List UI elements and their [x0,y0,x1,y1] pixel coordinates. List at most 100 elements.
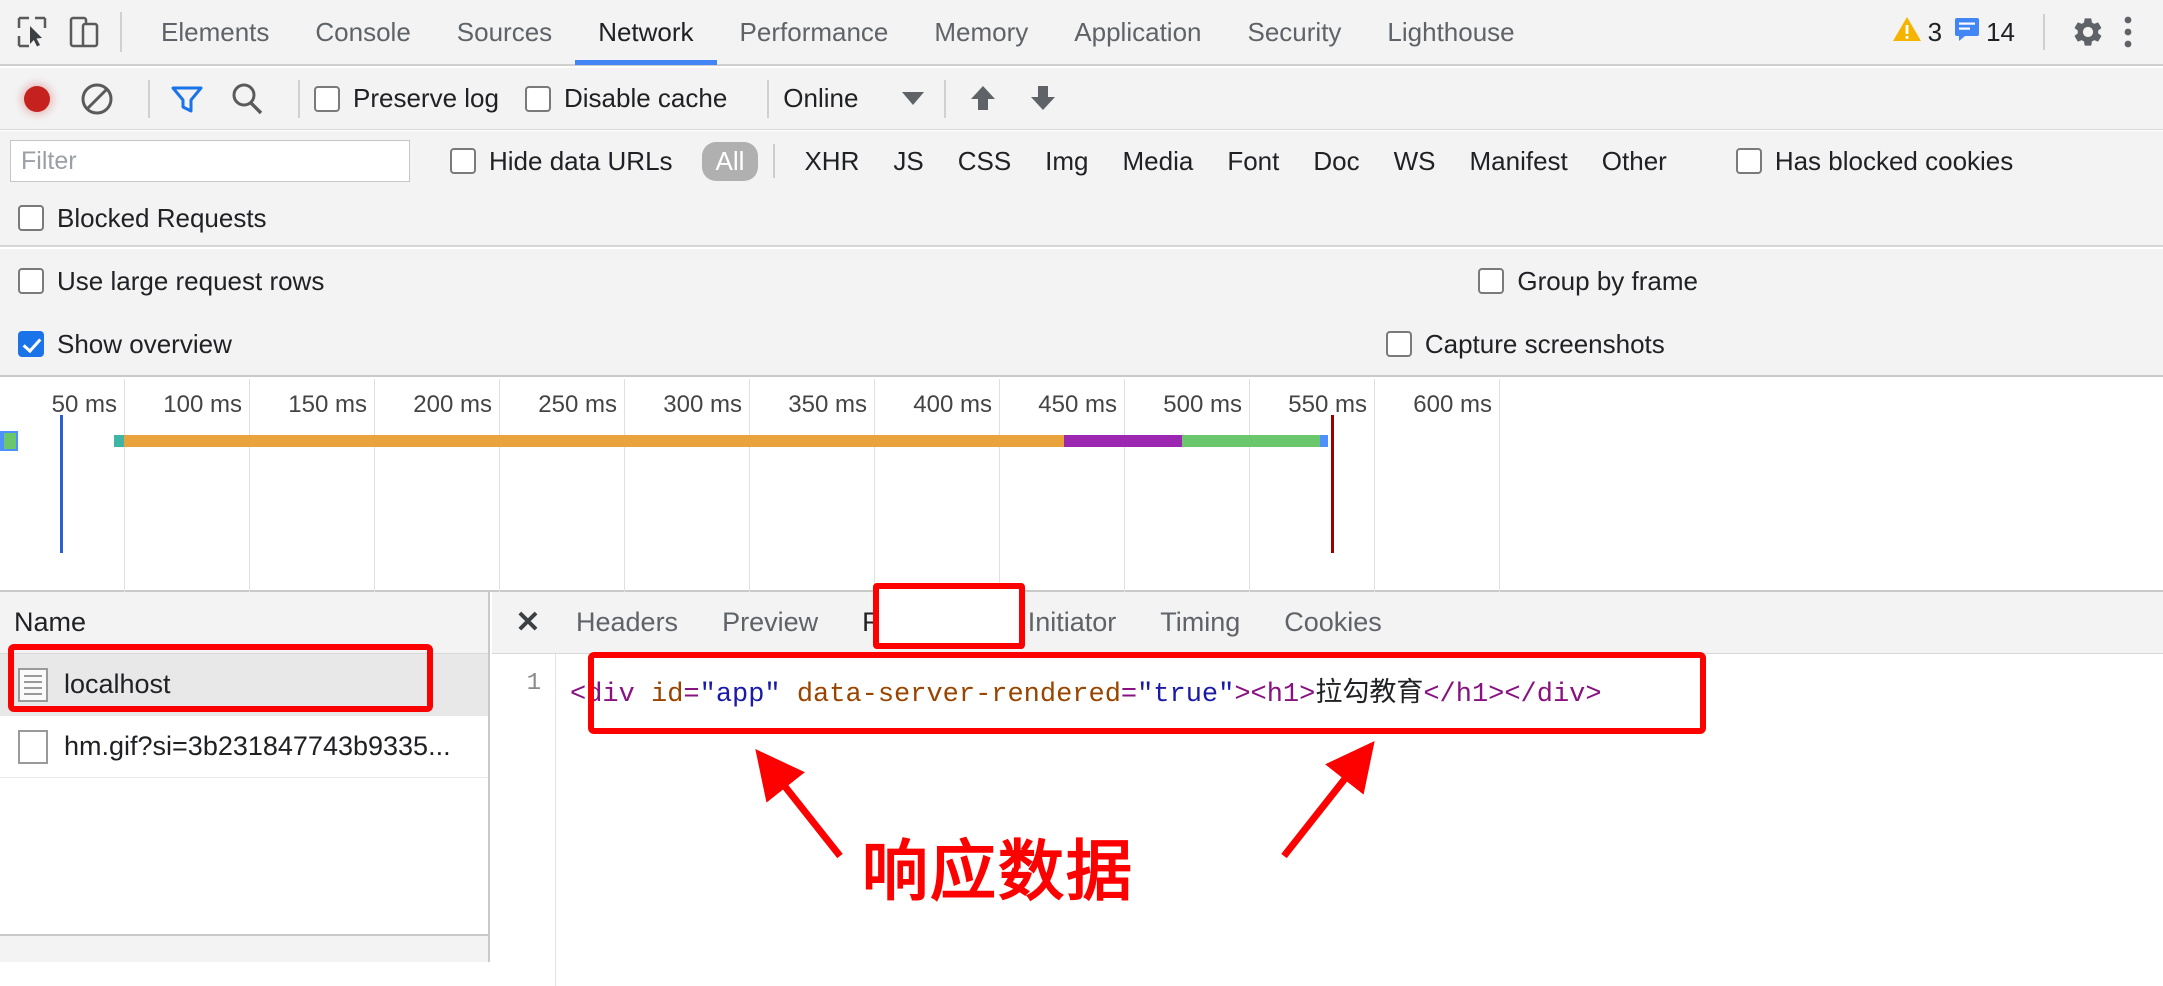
filter-type-media[interactable]: Media [1109,142,1208,181]
waterfall-segment-orange-main [124,435,1064,447]
filter-type-doc[interactable]: Doc [1299,142,1373,181]
tab-lighthouse[interactable]: Lighthouse [1364,0,1537,65]
request-list-header[interactable]: Name [0,592,488,654]
has-blocked-cookies-label: Has blocked cookies [1774,145,2014,176]
filter-type-img[interactable]: Img [1031,142,1102,181]
timeline-tick: 300 ms [663,379,750,592]
annotation-caption: 响应数据 [862,833,1134,910]
preserve-log-checkbox[interactable]: Preserve log [314,83,499,114]
timeline-tick-label: 100 ms [163,391,242,418]
load-event-line [1331,415,1334,553]
timeline-tick: 400 ms [913,379,1000,592]
filter-input[interactable] [10,140,410,182]
code-token-tag: </h1></div> [1423,680,1602,710]
filter-icon[interactable] [164,76,210,122]
detail-tab-timing[interactable]: Timing [1138,592,1262,654]
code-token-val: "app" [699,680,781,710]
detail-tab-initiator[interactable]: Initiator [1006,592,1139,654]
tab-label: Elements [161,16,270,47]
line-number: 1 [492,654,556,986]
tab-label: Application [1074,16,1202,47]
device-toolbar-icon[interactable] [64,12,104,52]
warning-badge[interactable]: 3 [1892,15,1950,50]
filter-type-font[interactable]: Font [1213,142,1293,181]
message-icon [1954,16,1980,49]
request-row-localhost[interactable]: localhost [0,654,488,716]
response-body-viewer[interactable]: 1 <div id="app" data-server-rendered="tr… [492,654,2163,986]
filter-type-ws[interactable]: WS [1380,142,1450,181]
panel-bar-divider [2043,14,2045,50]
tab-label: Security [1247,16,1342,47]
request-row-hmgif[interactable]: hm.gif?si=3b231847743b9335... [0,716,488,778]
checkbox-box [1735,148,1762,174]
devtools-panel-bar: Elements Console Sources Network Perform… [0,0,2163,66]
gear-icon[interactable] [2071,15,2105,49]
timeline-tick: 550 ms [1288,379,1375,592]
message-badge[interactable]: 14 [1954,16,2023,49]
overview-start-marker [0,431,18,451]
code-token-tag: = [1120,680,1138,710]
search-icon[interactable] [224,76,270,122]
checkbox-box [1478,268,1505,294]
hide-data-urls-checkbox[interactable]: Hide data URLs [450,146,673,177]
capture-screenshots-checkbox[interactable]: Capture screenshots [1385,329,1665,360]
tab-sources[interactable]: Sources [434,0,575,65]
use-large-request-rows-checkbox[interactable]: Use large request rows [18,266,324,297]
detail-tab-response[interactable]: Response [840,592,1006,654]
code-token-tag: <div [570,680,652,710]
blank-file-icon [18,729,48,764]
filter-type-manifest[interactable]: Manifest [1456,142,1582,181]
filter-type-js[interactable]: JS [879,142,937,181]
toolbar-divider [944,79,947,118]
tab-network[interactable]: Network [575,0,717,65]
checkbox-box [450,148,476,174]
checkbox-box [1385,331,1412,357]
checkbox-box [314,85,340,112]
clear-button[interactable] [74,76,120,122]
blocked-requests-checkbox[interactable]: Blocked Requests [18,203,267,234]
code-token-val: "true" [1137,680,1235,710]
tab-memory[interactable]: Memory [911,0,1051,65]
tab-security[interactable]: Security [1225,0,1365,65]
filter-type-xhr[interactable]: XHR [790,142,873,181]
record-dot-icon [24,85,50,112]
timeline-tick-label: 150 ms [288,391,367,418]
waterfall-segment-green-seg [1182,435,1320,447]
detail-tab-preview[interactable]: Preview [700,592,840,654]
dom-content-loaded-line [60,415,63,553]
detail-tab-list: ✕ Headers Preview Response Initiator Tim… [492,592,2163,654]
waterfall-segment-teal-start [114,435,124,447]
has-blocked-cookies-checkbox[interactable]: Has blocked cookies [1735,145,2014,177]
tab-application[interactable]: Application [1051,0,1224,65]
close-icon[interactable]: ✕ [502,592,554,654]
tab-elements[interactable]: Elements [138,0,292,65]
code-token-attr: id [651,680,684,710]
export-har-button[interactable] [1020,76,1066,122]
throttling-select[interactable]: Online [783,83,925,114]
inspect-element-icon[interactable] [12,12,52,52]
network-overview[interactable]: 50 ms 100 ms 150 ms 200 ms 250 ms 300 ms 350 m… [0,379,2163,592]
request-list: Name localhost hm.gif?si=3b231847743b933… [0,592,490,962]
network-filter-row: Hide data URLs All XHR JS CSS Img Media … [0,131,2163,191]
filter-type-all[interactable]: All [701,141,759,181]
tab-console[interactable]: Console [292,0,433,65]
tab-label: Network [598,16,694,47]
filter-type-other[interactable]: Other [1588,142,1681,181]
tab-performance[interactable]: Performance [717,0,912,65]
tab-label: Performance [739,16,889,47]
disable-cache-label: Disable cache [563,83,728,113]
timeline-tick-label: 300 ms [663,391,742,418]
filter-type-css[interactable]: CSS [944,142,1025,181]
timeline-tick-label: 200 ms [413,391,492,418]
record-button[interactable] [14,76,60,122]
timeline-tick-label: 250 ms [538,391,617,418]
detail-tab-cookies[interactable]: Cookies [1262,592,1404,654]
timeline-tick: 350 ms [788,379,875,592]
show-overview-checkbox[interactable]: Show overview [18,329,232,360]
disable-cache-checkbox[interactable]: Disable cache [524,83,728,114]
kebab-menu-icon[interactable] [2123,15,2133,49]
import-har-button[interactable] [960,76,1006,122]
detail-tab-headers[interactable]: Headers [554,592,700,654]
group-by-frame-checkbox[interactable]: Group by frame [1478,266,1698,297]
toolbar-divider [120,12,122,52]
